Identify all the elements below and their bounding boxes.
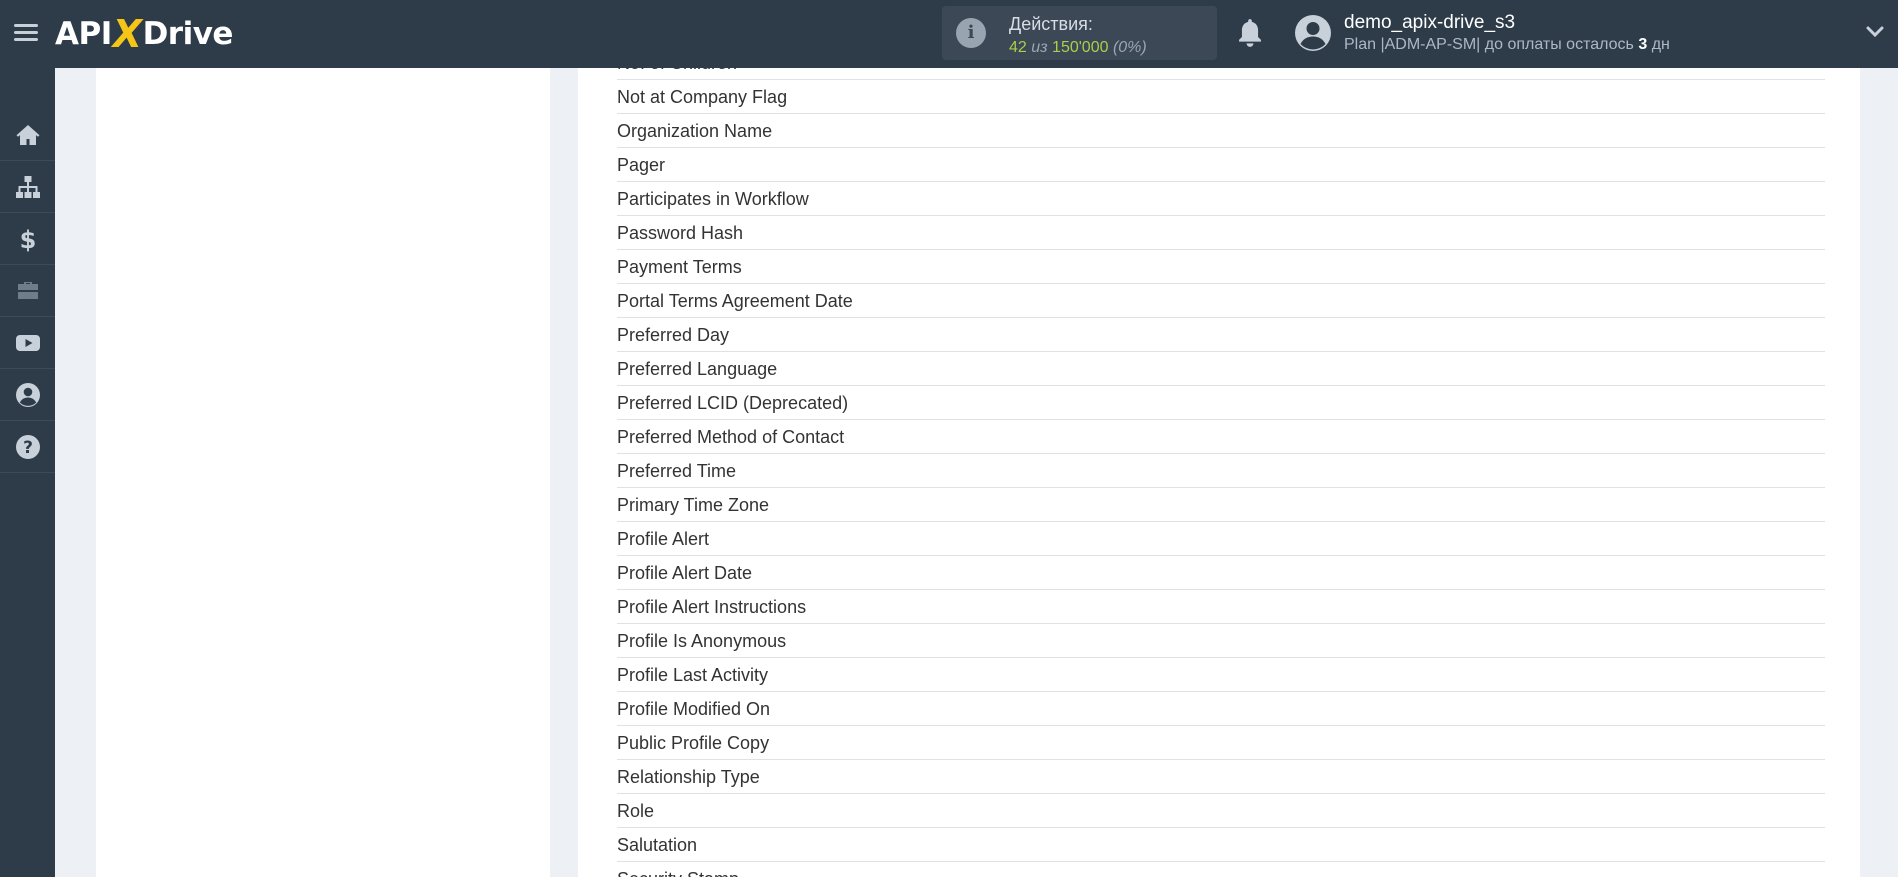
list-item[interactable]: Salutation	[617, 828, 1825, 862]
user-avatar-icon[interactable]	[1294, 14, 1332, 52]
sidebar-item-briefcase[interactable]	[0, 265, 55, 317]
list-item[interactable]: Profile Last Activity	[617, 658, 1825, 692]
list-item[interactable]: Role	[617, 794, 1825, 828]
youtube-icon	[15, 334, 40, 351]
list-item[interactable]: Preferred LCID (Deprecated)	[617, 386, 1825, 420]
svg-text:?: ?	[23, 438, 33, 458]
sidebar-item-profile[interactable]	[0, 369, 55, 421]
list-item[interactable]: Profile Alert Date	[617, 556, 1825, 590]
list-item[interactable]: Portal Terms Agreement Date	[617, 284, 1825, 318]
dollar-icon: $	[19, 226, 36, 252]
sidebar-item-billing[interactable]: $	[0, 213, 55, 265]
briefcase-icon	[17, 281, 38, 299]
list-item[interactable]: Preferred Language	[617, 352, 1825, 386]
actions-separator: из	[1031, 39, 1048, 56]
logo-suffix: Drive	[142, 16, 234, 52]
list-item[interactable]: Profile Alert Instructions	[617, 590, 1825, 624]
svg-text:$: $	[19, 226, 36, 252]
actions-label: Действия:	[1009, 14, 1093, 34]
menu-icon[interactable]	[14, 20, 38, 44]
sidebar: $ ?	[0, 68, 55, 877]
actions-percent: (0%)	[1112, 39, 1147, 56]
actions-total: 150'000	[1052, 39, 1109, 56]
list-item[interactable]: Not at Company Flag	[617, 80, 1825, 114]
top-bar: API X Drive i Действия: 42 из 150'000 (0%)…	[0, 0, 1898, 68]
list-item[interactable]: Payment Terms	[617, 250, 1825, 284]
list-item[interactable]: Preferred Time	[617, 454, 1825, 488]
list-item[interactable]: Security Stamp	[617, 862, 1825, 877]
list-item[interactable]: Relationship Type	[617, 760, 1825, 794]
field-list: No. of ChildrenNot at Company FlagOrgani…	[617, 68, 1825, 877]
list-item[interactable]: Password Hash	[617, 216, 1825, 250]
user-plan: Plan |ADM-AP-SM| до оплаты осталось 3 дн	[1344, 36, 1670, 54]
logo-x: X	[112, 12, 142, 56]
plan-text: Plan |ADM-AP-SM| до оплаты осталось	[1344, 36, 1634, 53]
info-icon: i	[956, 18, 986, 48]
chevron-down-icon[interactable]	[1866, 25, 1884, 39]
plan-days-unit: дн	[1651, 36, 1670, 53]
left-panel	[96, 68, 550, 877]
sidebar-item-connections[interactable]	[0, 161, 55, 213]
question-icon: ?	[15, 434, 40, 459]
logo[interactable]: API X Drive	[55, 12, 233, 56]
field-list-panel: No. of ChildrenNot at Company FlagOrgani…	[578, 68, 1860, 877]
list-item[interactable]: Public Profile Copy	[617, 726, 1825, 760]
sitemap-icon	[15, 175, 40, 198]
list-item[interactable]: Profile Alert	[617, 522, 1825, 556]
sidebar-item-help[interactable]: ?	[0, 421, 55, 473]
list-item[interactable]: Organization Name	[617, 114, 1825, 148]
actions-counter[interactable]: i Действия: 42 из 150'000 (0%)	[942, 6, 1217, 60]
list-item[interactable]: Profile Modified On	[617, 692, 1825, 726]
list-item[interactable]: Preferred Method of Contact	[617, 420, 1825, 454]
list-item[interactable]: Profile Is Anonymous	[617, 624, 1825, 658]
home-icon	[16, 124, 39, 145]
list-item[interactable]: No. of Children	[617, 68, 1825, 80]
plan-days: 3	[1638, 36, 1648, 53]
user-circle-icon	[15, 382, 40, 407]
list-item[interactable]: Participates in Workflow	[617, 182, 1825, 216]
list-item[interactable]: Preferred Day	[617, 318, 1825, 352]
sidebar-item-video[interactable]	[0, 317, 55, 369]
list-item[interactable]: Pager	[617, 148, 1825, 182]
actions-count: 42 из 150'000 (0%)	[1009, 39, 1147, 57]
logo-prefix: API	[55, 16, 112, 52]
actions-used: 42	[1009, 39, 1027, 56]
user-name[interactable]: demo_apix-drive_s3	[1344, 12, 1515, 34]
bell-icon[interactable]	[1236, 18, 1264, 48]
list-item[interactable]: Primary Time Zone	[617, 488, 1825, 522]
sidebar-item-home[interactable]	[0, 109, 55, 161]
